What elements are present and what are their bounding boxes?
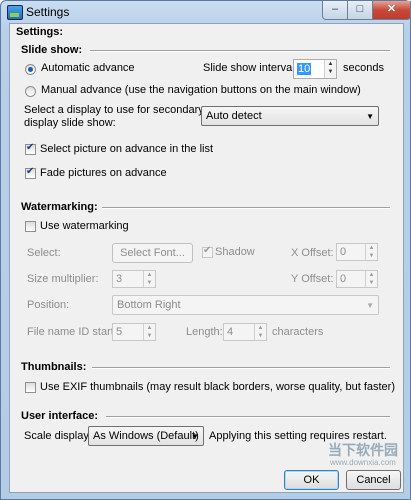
chevron-down-icon: ▼: [191, 432, 199, 441]
interval-stepper[interactable]: 10 ▲ ▼: [293, 59, 337, 79]
site-watermark-text: 当下软件园: [328, 442, 398, 458]
x-offset-arrows[interactable]: ▲ ▼: [365, 244, 377, 260]
position-dropdown-value: Bottom Right: [117, 299, 181, 311]
y-offset-label: Y Offset:: [291, 273, 334, 285]
interval-value: 10: [297, 63, 312, 75]
display-dropdown[interactable]: Auto detect ▼: [201, 106, 379, 126]
shadow-checkbox[interactable]: [202, 245, 213, 258]
chevron-down-icon: ▼: [366, 112, 374, 121]
select-picture-checkbox[interactable]: [25, 142, 36, 155]
minimize-button[interactable]: –: [322, 1, 348, 20]
section-divider: [90, 50, 390, 52]
size-multiplier-arrows[interactable]: ▲ ▼: [143, 271, 155, 287]
scale-dropdown-value: As Windows (Default): [93, 430, 199, 442]
chevron-up-icon[interactable]: ▲: [255, 324, 266, 332]
file-id-label: File name ID start:: [27, 326, 117, 338]
size-multiplier-stepper[interactable]: 3 ▲ ▼: [112, 270, 156, 288]
file-id-arrows[interactable]: ▲ ▼: [143, 324, 155, 340]
x-offset-stepper[interactable]: 0 ▲ ▼: [336, 243, 378, 261]
length-stepper[interactable]: 4 ▲ ▼: [223, 323, 267, 341]
section-divider: [102, 207, 390, 209]
chevron-down-icon[interactable]: ▼: [144, 279, 155, 287]
site-watermark-url: www.downxia.com: [330, 458, 396, 467]
chevron-down-icon[interactable]: ▼: [255, 332, 266, 340]
scale-label: Scale display:: [24, 430, 92, 442]
fade-checkbox[interactable]: [25, 166, 36, 179]
fade-label: Fade pictures on advance: [40, 167, 167, 179]
chevron-down-icon: ▼: [366, 301, 374, 310]
interval-unit: seconds: [343, 62, 384, 74]
display-label-line1: Select a display to use for secondary: [24, 104, 204, 116]
maximize-button[interactable]: □: [347, 1, 373, 20]
manual-advance-radio[interactable]: [25, 86, 36, 97]
file-id-value: 5: [116, 326, 123, 338]
interval-stepper-arrows[interactable]: ▲ ▼: [324, 60, 336, 78]
chevron-up-icon[interactable]: ▲: [144, 271, 155, 279]
slideshow-section-title: Slide show:: [21, 44, 83, 56]
close-button[interactable]: ✕: [372, 1, 411, 20]
length-unit: characters: [272, 326, 324, 338]
cancel-button[interactable]: Cancel: [346, 470, 401, 490]
select-picture-label: Select picture on advance in the list: [40, 143, 214, 155]
chevron-down-icon[interactable]: ▼: [366, 252, 377, 260]
size-multiplier-label: Size multiplier:: [27, 273, 99, 285]
watermarking-section-title: Watermarking:: [21, 201, 98, 213]
x-offset-label: X Offset:: [291, 247, 334, 259]
auto-advance-radio[interactable]: [25, 64, 36, 75]
chevron-up-icon[interactable]: ▲: [366, 271, 377, 279]
y-offset-arrows[interactable]: ▲ ▼: [365, 271, 377, 287]
exif-checkbox[interactable]: [25, 382, 36, 393]
use-watermarking-checkbox[interactable]: [25, 221, 36, 232]
select-font-button[interactable]: Select Font...: [112, 243, 193, 263]
ok-button[interactable]: OK: [284, 470, 339, 490]
file-id-stepper[interactable]: 5 ▲ ▼: [112, 323, 156, 341]
app-icon: [7, 5, 23, 20]
position-label: Position:: [27, 299, 70, 311]
chevron-down-icon[interactable]: ▼: [366, 279, 377, 287]
display-dropdown-value: Auto detect: [206, 110, 262, 122]
chevron-up-icon[interactable]: ▲: [325, 60, 336, 68]
interval-label: Slide show interval:: [203, 62, 298, 74]
exif-label: Use EXIF thumbnails (may result black bo…: [40, 381, 395, 393]
chevron-up-icon[interactable]: ▲: [144, 324, 155, 332]
chevron-up-icon[interactable]: ▲: [366, 244, 377, 252]
select-font-label: Select:: [27, 247, 61, 259]
section-divider: [92, 367, 390, 369]
settings-window: Settings – □ ✕ Settings: Slide show: Aut…: [0, 0, 411, 500]
chevron-down-icon[interactable]: ▼: [144, 332, 155, 340]
manual-advance-label: Manual advance (use the navigation butto…: [41, 84, 361, 96]
length-value: 4: [227, 326, 234, 338]
settings-panel: Settings: Slide show: Automatic advance …: [9, 23, 404, 493]
size-multiplier-value: 3: [116, 273, 123, 285]
section-divider: [106, 416, 390, 418]
auto-advance-label: Automatic advance: [41, 62, 135, 74]
thumbnails-section-title: Thumbnails:: [21, 361, 87, 373]
length-label: Length:: [186, 326, 223, 338]
scale-dropdown[interactable]: As Windows (Default) ▼: [88, 426, 204, 446]
title-bar[interactable]: Settings – □ ✕: [1, 1, 411, 23]
ui-section-title: User interface:: [21, 410, 99, 422]
display-label-line2: display slide show:: [24, 117, 116, 129]
length-arrows[interactable]: ▲ ▼: [254, 324, 266, 340]
x-offset-value: 0: [340, 246, 347, 258]
y-offset-stepper[interactable]: 0 ▲ ▼: [336, 270, 378, 288]
position-dropdown[interactable]: Bottom Right ▼: [112, 295, 379, 315]
window-title: Settings: [26, 5, 70, 19]
y-offset-value: 0: [340, 273, 347, 285]
page-title: Settings:: [16, 26, 64, 38]
shadow-label: Shadow: [215, 246, 255, 258]
use-watermarking-label: Use watermarking: [40, 220, 129, 232]
chevron-down-icon[interactable]: ▼: [325, 68, 336, 76]
